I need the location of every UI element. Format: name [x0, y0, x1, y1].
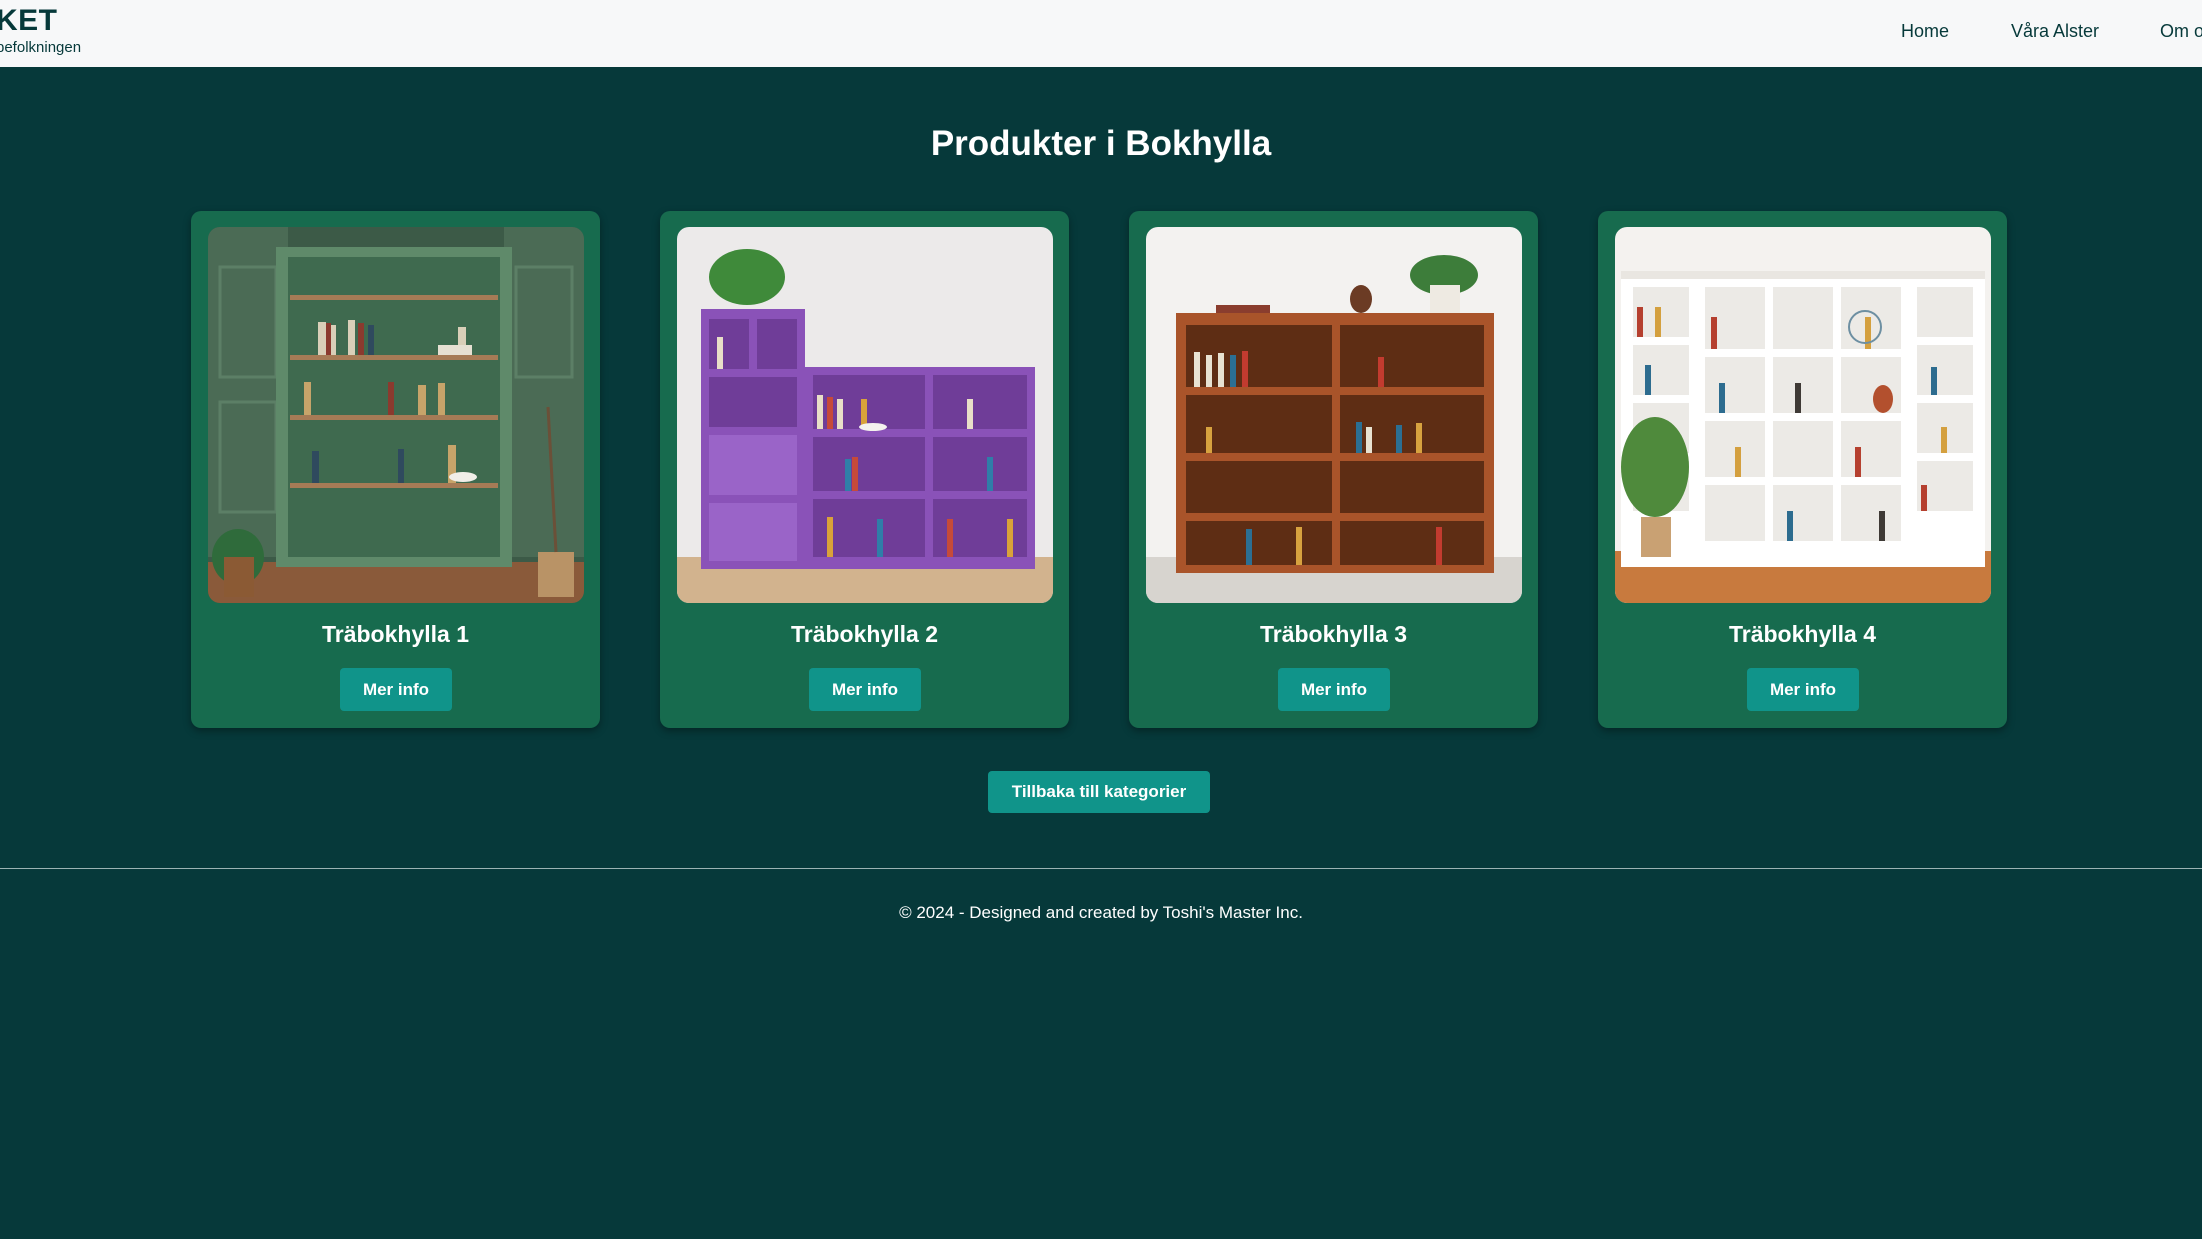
- site-logo[interactable]: KET befolkningen: [0, 5, 81, 57]
- logo-title: KET: [0, 4, 58, 37]
- product-image-white-bookshelf[interactable]: [1615, 227, 1991, 603]
- mer-info-button[interactable]: Mer info: [1278, 668, 1390, 711]
- nav-link-home[interactable]: Home: [1901, 21, 1949, 42]
- site-header: KET befolkningen Home Våra Alster Om o: [0, 0, 2202, 67]
- product-card: Träbokhylla 3 Mer info: [1129, 211, 1538, 728]
- product-card: Träbokhylla 1 Mer info: [191, 211, 600, 728]
- mer-info-button[interactable]: Mer info: [1747, 668, 1859, 711]
- logo-subtitle: befolkningen: [0, 39, 82, 56]
- nav-link-om-oss[interactable]: Om o: [2160, 21, 2202, 42]
- product-card: Träbokhylla 4 Mer info: [1598, 211, 2007, 728]
- footer-copyright: © 2024 - Designed and created by Toshi's…: [899, 903, 1303, 922]
- product-image-wooden-bookshelf[interactable]: [1146, 227, 1522, 603]
- white-bookshelf-image: [1615, 227, 1991, 603]
- product-image-purple-bookshelf[interactable]: [677, 227, 1053, 603]
- footer-divider: [0, 868, 2202, 869]
- product-card: Träbokhylla 2 Mer info: [660, 211, 1069, 728]
- mer-info-button[interactable]: Mer info: [809, 668, 921, 711]
- product-image-green-bookshelf[interactable]: [208, 227, 584, 603]
- product-name: Träbokhylla 4: [1728, 621, 1876, 647]
- back-to-categories-button[interactable]: Tillbaka till kategorier: [988, 771, 1210, 813]
- mer-info-button[interactable]: Mer info: [340, 668, 452, 711]
- wooden-bookshelf-image: [1146, 227, 1522, 603]
- page-title: Produkter i Bokhylla: [930, 124, 1272, 163]
- product-name: Träbokhylla 2: [790, 621, 938, 647]
- nav-link-vara-alster[interactable]: Våra Alster: [2011, 21, 2099, 42]
- product-name: Träbokhylla 3: [1259, 621, 1407, 647]
- purple-bookshelf-image: [677, 227, 1053, 603]
- product-name: Träbokhylla 1: [321, 621, 469, 647]
- green-bookshelf-image: [208, 227, 584, 603]
